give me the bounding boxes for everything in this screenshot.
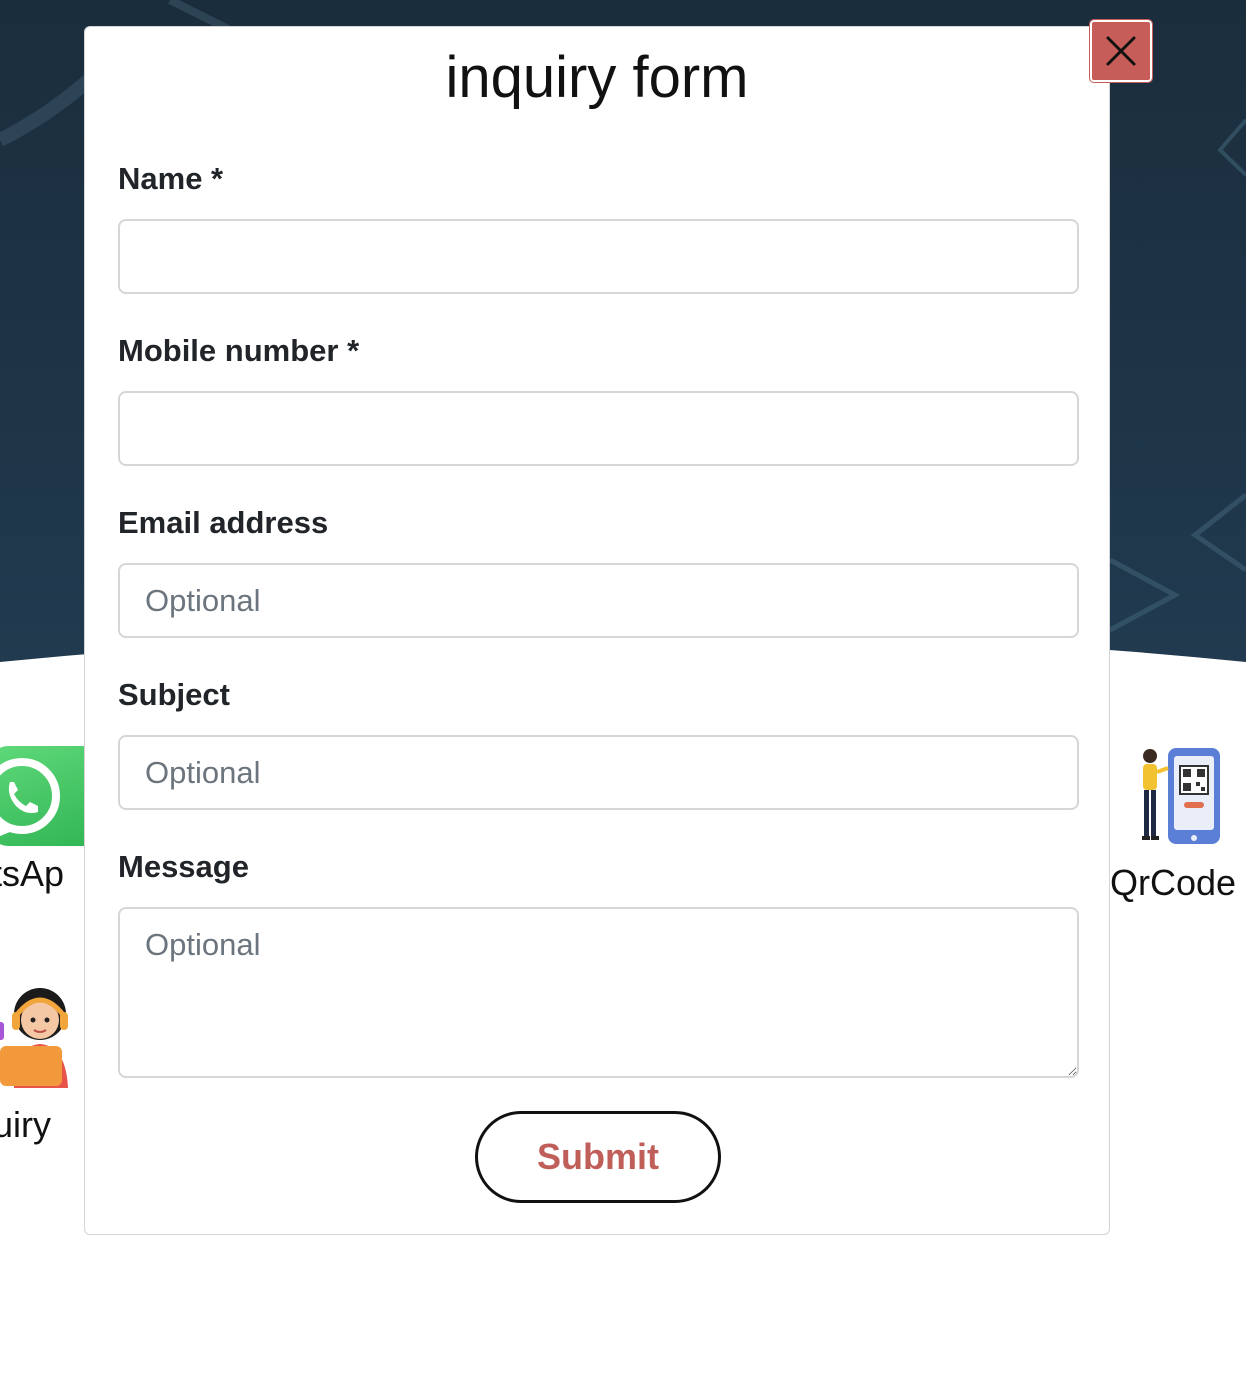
- qrcode-icon: [1142, 748, 1220, 844]
- subject-label: Subject: [118, 677, 230, 712]
- page: atsAp QrCode: [0, 0, 1246, 1386]
- qrcode-tile[interactable]: QrCode: [1108, 746, 1238, 901]
- close-button[interactable]: [1089, 19, 1153, 83]
- support-agent-icon: [0, 988, 68, 1088]
- message-label: Message: [118, 849, 249, 884]
- email-input[interactable]: [118, 563, 1079, 638]
- message-textarea[interactable]: [118, 907, 1079, 1078]
- email-label: Email address: [118, 505, 329, 540]
- inquiry-label: quiry: [0, 1104, 52, 1145]
- submit-button[interactable]: Submit: [475, 1111, 721, 1203]
- modal-title: inquiry form: [445, 45, 749, 110]
- inquiry-modal: inquiry form Name * Mobile number * Emai…: [84, 26, 1110, 1235]
- qrcode-label: QrCode: [1109, 862, 1237, 903]
- close-icon: [1106, 36, 1136, 66]
- mobile-input[interactable]: [118, 391, 1079, 466]
- subject-input[interactable]: [118, 735, 1079, 810]
- whatsapp-label: atsAp: [0, 853, 65, 894]
- name-label: Name *: [118, 161, 224, 196]
- inquiry-tile[interactable]: quiry: [0, 984, 82, 1143]
- whatsapp-tile[interactable]: atsAp: [0, 746, 118, 894]
- mobile-label: Mobile number *: [118, 333, 360, 368]
- name-input[interactable]: [118, 219, 1079, 294]
